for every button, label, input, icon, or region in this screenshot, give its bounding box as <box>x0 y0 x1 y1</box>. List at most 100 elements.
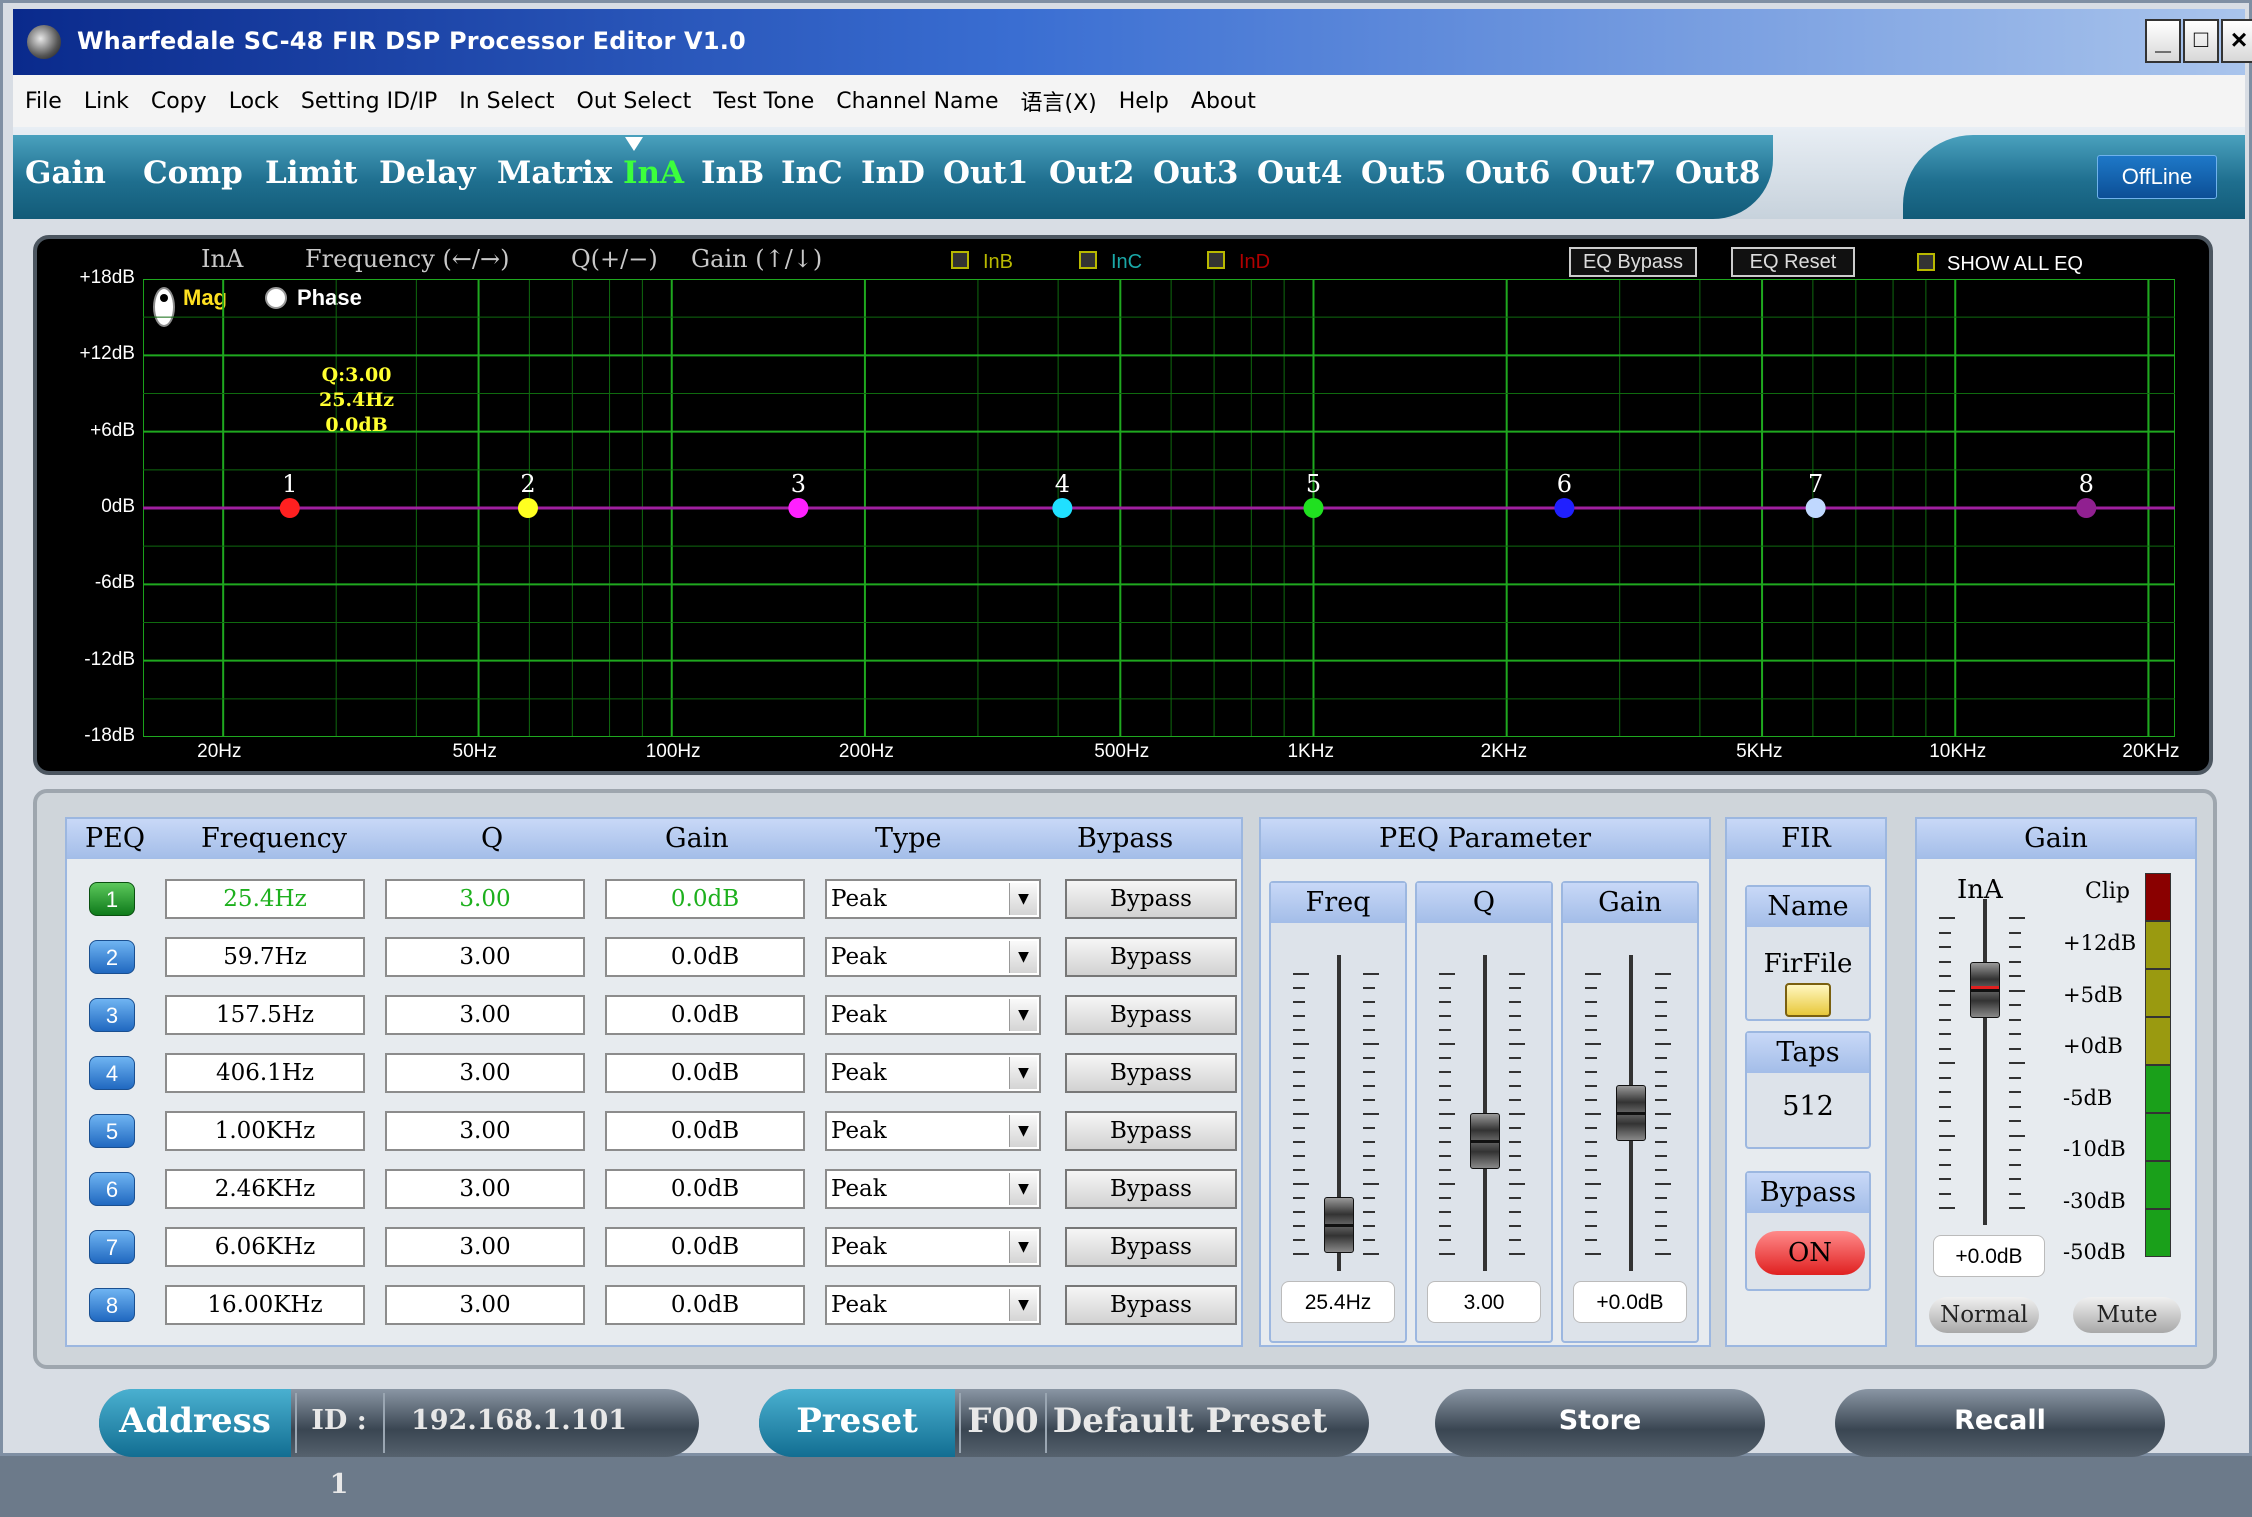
store-button[interactable]: Store <box>1435 1389 1765 1457</box>
tab-out7[interactable]: Out7 <box>1571 155 1656 191</box>
q-field[interactable]: 3.00 <box>385 937 585 977</box>
q-field[interactable]: 3.00 <box>385 1227 585 1267</box>
menu-item[interactable]: 语言(X) <box>1020 85 1096 117</box>
tab-ind[interactable]: InD <box>861 155 925 191</box>
fir-bypass-toggle[interactable]: ON <box>1755 1231 1865 1275</box>
slider-knob[interactable] <box>1970 961 2000 1018</box>
eq-point-8[interactable] <box>2076 498 2097 518</box>
menu-item[interactable]: In Select <box>459 89 554 114</box>
tab-out6[interactable]: Out6 <box>1465 155 1550 191</box>
gain-field[interactable]: 0.0dB <box>605 1227 805 1267</box>
slider-knob[interactable] <box>1470 1113 1500 1169</box>
menu-item[interactable]: Out Select <box>577 89 692 114</box>
chevron-down-icon[interactable]: ▼ <box>1009 1057 1037 1089</box>
tab-out8[interactable]: Out8 <box>1675 155 1760 191</box>
gain-field[interactable]: 0.0dB <box>605 995 805 1035</box>
connection-status-button[interactable]: OffLine <box>2097 155 2217 199</box>
type-select[interactable]: Peak ▼ <box>825 1169 1041 1209</box>
menu-item[interactable]: Setting ID/IP <box>301 89 437 114</box>
peq-band-button[interactable]: 7 <box>89 1230 135 1264</box>
eq-reset-button[interactable]: EQ Reset <box>1731 247 1855 277</box>
chevron-down-icon[interactable]: ▼ <box>1009 1115 1037 1147</box>
frequency-field[interactable]: 16.00KHz <box>165 1285 365 1325</box>
peq-band-button[interactable]: 1 <box>89 882 135 916</box>
frequency-field[interactable]: 157.5Hz <box>165 995 365 1035</box>
eq-point-4[interactable] <box>1052 498 1073 518</box>
mute-button[interactable]: Mute <box>2073 1297 2181 1333</box>
tab-ina[interactable]: InA <box>623 155 684 191</box>
frequency-field[interactable]: 1.00KHz <box>165 1111 365 1151</box>
menu-item[interactable]: File <box>25 89 62 114</box>
bypass-button[interactable]: Bypass <box>1065 1111 1237 1151</box>
close-button[interactable]: × <box>2221 19 2252 63</box>
bypass-button[interactable]: Bypass <box>1065 1285 1237 1325</box>
peq-band-button[interactable]: 8 <box>89 1288 135 1322</box>
minimize-button[interactable]: _ <box>2145 19 2181 63</box>
peq-band-button[interactable]: 4 <box>89 1056 135 1090</box>
frequency-field[interactable]: 406.1Hz <box>165 1053 365 1093</box>
slider-track[interactable] <box>1983 899 1987 1225</box>
tab-limit[interactable]: Limit <box>265 155 357 191</box>
tab-inb[interactable]: InB <box>701 155 764 191</box>
type-select[interactable]: Peak ▼ <box>825 1111 1041 1151</box>
overlay-inb-checkbox[interactable] <box>951 251 969 269</box>
tab-inc[interactable]: InC <box>781 155 843 191</box>
eq-response-plot[interactable]: 1 2 3 4 5 6 7 8 <box>143 279 2175 737</box>
chevron-down-icon[interactable]: ▼ <box>1009 1231 1037 1263</box>
chevron-down-icon[interactable]: ▼ <box>1009 1289 1037 1321</box>
bypass-button[interactable]: Bypass <box>1065 1169 1237 1209</box>
menu-item[interactable]: Lock <box>229 89 279 114</box>
frequency-field[interactable]: 2.46KHz <box>165 1169 365 1209</box>
menu-item[interactable]: Test Tone <box>713 89 814 114</box>
normal-button[interactable]: Normal <box>1929 1297 2039 1333</box>
show-all-eq-checkbox[interactable] <box>1917 253 1935 271</box>
eq-point-6[interactable] <box>1554 498 1575 518</box>
preset-name[interactable]: Default Preset <box>1049 1389 1331 1457</box>
bypass-button[interactable]: Bypass <box>1065 1053 1237 1093</box>
type-select[interactable]: Peak ▼ <box>825 995 1041 1035</box>
peq-band-button[interactable]: 2 <box>89 940 135 974</box>
peq-band-button[interactable]: 5 <box>89 1114 135 1148</box>
freq-readout[interactable]: 25.4Hz <box>1281 1281 1395 1323</box>
chevron-down-icon[interactable]: ▼ <box>1009 999 1037 1031</box>
q-readout[interactable]: 3.00 <box>1427 1281 1541 1323</box>
menu-item[interactable]: About <box>1191 89 1256 114</box>
menu-item[interactable]: Link <box>84 89 129 114</box>
bypass-button[interactable]: Bypass <box>1065 937 1237 977</box>
q-field[interactable]: 3.00 <box>385 1169 585 1209</box>
type-select[interactable]: Peak ▼ <box>825 937 1041 977</box>
tab-out2[interactable]: Out2 <box>1049 155 1134 191</box>
tab-out4[interactable]: Out4 <box>1257 155 1342 191</box>
tab-gain[interactable]: Gain <box>25 155 106 191</box>
q-field[interactable]: 3.00 <box>385 1285 585 1325</box>
type-select[interactable]: Peak ▼ <box>825 1053 1041 1093</box>
menu-item[interactable]: Copy <box>151 89 207 114</box>
type-select[interactable]: Peak ▼ <box>825 1227 1041 1267</box>
eq-bypass-button[interactable]: EQ Bypass <box>1569 247 1697 277</box>
device-ip[interactable]: 192.168.1.101 <box>389 1389 649 1457</box>
menu-item[interactable]: Help <box>1119 89 1169 114</box>
gain-field[interactable]: 0.0dB <box>605 879 805 919</box>
tab-delay[interactable]: Delay <box>379 155 475 191</box>
gain-readout[interactable]: +0.0dB <box>1573 1281 1687 1323</box>
master-gain-readout[interactable]: +0.0dB <box>1933 1235 2045 1277</box>
bypass-button[interactable]: Bypass <box>1065 879 1237 919</box>
eq-point-5[interactable] <box>1303 498 1324 518</box>
frequency-field[interactable]: 25.4Hz <box>165 879 365 919</box>
menu-item[interactable]: Channel Name <box>836 89 998 114</box>
tab-out1[interactable]: Out1 <box>943 155 1028 191</box>
peq-band-button[interactable]: 6 <box>89 1172 135 1206</box>
eq-point-3[interactable] <box>788 498 809 518</box>
type-select[interactable]: Peak ▼ <box>825 1285 1041 1325</box>
bypass-button[interactable]: Bypass <box>1065 995 1237 1035</box>
q-field[interactable]: 3.00 <box>385 879 585 919</box>
q-field[interactable]: 3.00 <box>385 1111 585 1151</box>
gain-field[interactable]: 0.0dB <box>605 1285 805 1325</box>
gain-field[interactable]: 0.0dB <box>605 1053 805 1093</box>
chevron-down-icon[interactable]: ▼ <box>1009 1173 1037 1205</box>
tab-comp[interactable]: Comp <box>143 155 243 191</box>
gain-field[interactable]: 0.0dB <box>605 1111 805 1151</box>
tab-matrix[interactable]: Matrix <box>497 155 612 191</box>
bypass-button[interactable]: Bypass <box>1065 1227 1237 1267</box>
eq-point-2[interactable] <box>517 498 538 518</box>
